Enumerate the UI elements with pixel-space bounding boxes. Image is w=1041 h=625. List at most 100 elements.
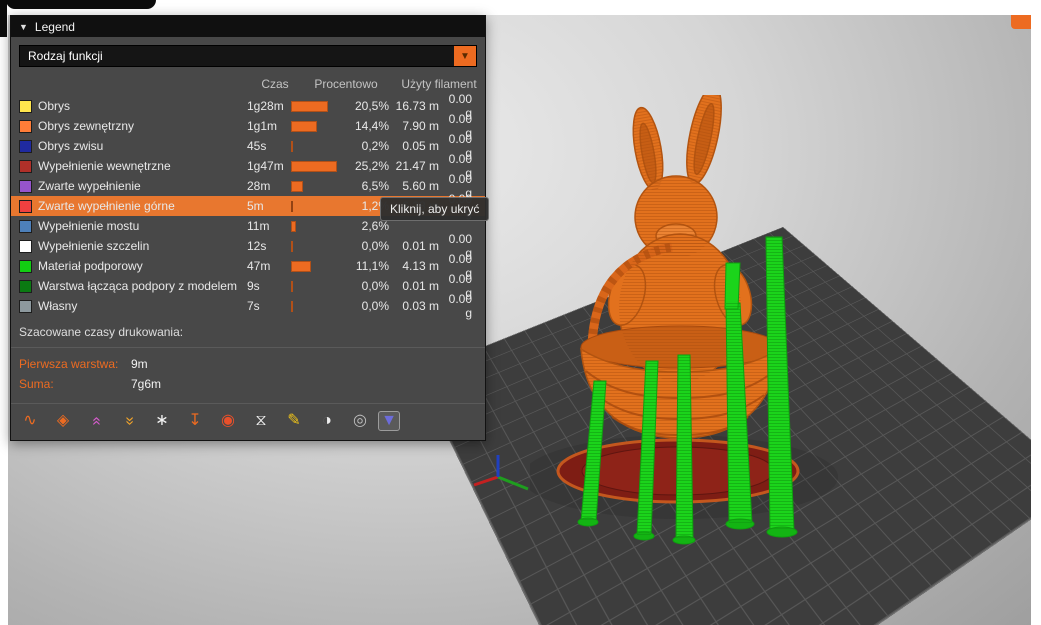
chevron-down-icon[interactable]: ▼ [454, 46, 476, 66]
collapse-icon[interactable]: ▼ [19, 22, 28, 32]
travels-icon[interactable]: ∿ [19, 411, 41, 431]
percent-bar-slot [291, 180, 339, 192]
percent-bar-slot [291, 120, 339, 132]
feature-time: 47m [247, 259, 271, 273]
col-filament: Użyty filament [401, 77, 477, 91]
percent-bar-slot [291, 160, 339, 172]
retractions-icon[interactable]: » [85, 411, 107, 431]
feature-color-swatch [19, 139, 32, 153]
table-header: Czas Procentowo Użyty filament [11, 75, 485, 96]
feature-time: 1g28m [247, 99, 284, 113]
percent-bar [291, 280, 293, 292]
collapsed-toolbar[interactable] [6, 0, 156, 9]
legend-header[interactable]: ▼ Legend [11, 16, 485, 37]
legend-toolbar: ∿ ◈ » » ∗ ↧ ◉ ⧖ ✎ ◑ ◎ ▼ [11, 403, 485, 440]
percent-bar [291, 240, 293, 252]
percent-bar [291, 300, 293, 312]
feature-used-m: 5.60 m [402, 179, 439, 193]
feature-used-m: 21.47 m [395, 159, 439, 173]
view-type-dropdown[interactable]: Rodzaj funkcji ▼ [19, 45, 477, 67]
table-row[interactable]: Obrys zewnętrzny 1g1m 14,4% 7.90 m 0.00 … [11, 112, 485, 140]
feature-label: Wypełnienie mostu [38, 219, 140, 233]
percent-bar [291, 160, 337, 172]
feature-used-g: 0.00 g [448, 292, 472, 320]
table-row[interactable]: Wypełnienie szczelin 12s 0,0% 0.01 m 0.0… [11, 232, 485, 260]
feature-used-m: 0.03 m [402, 299, 439, 313]
pause-prints-icon[interactable]: ⧖ [250, 411, 272, 431]
feature-label: Materiał podporowy [38, 259, 143, 273]
first-layer-label: Pierwsza warstwa: [19, 357, 119, 371]
feature-label: Obrys [38, 99, 71, 113]
feature-time: 1g1m [247, 119, 278, 133]
feature-color-swatch [19, 259, 32, 273]
feature-time: 28m [247, 179, 271, 193]
percent-bar [291, 180, 303, 192]
col-percent: Procentowo [314, 77, 378, 91]
percent-bar [291, 140, 293, 152]
percent-bar [291, 200, 293, 212]
tooltip: Kliknij, aby ukryć [380, 197, 490, 221]
feature-label: Warstwa łącząca podpory z modelem [38, 279, 237, 293]
tool-marker-icon[interactable]: ▼ [378, 411, 400, 431]
estimate-row: Pierwsza warstwa: 9m [11, 354, 485, 374]
table-row[interactable]: Warstwa łącząca podpory z modelem 9s 0,0… [11, 272, 485, 300]
collapsed-panel-button[interactable] [1011, 15, 1031, 29]
axes-gizmo [473, 455, 529, 491]
feature-color-swatch [19, 99, 32, 113]
feature-percent: 11,1% [355, 259, 389, 273]
col-time: Czas [261, 77, 289, 91]
feature-color-swatch [19, 239, 32, 253]
feature-percent: 0,0% [361, 239, 389, 253]
feature-percent: 14,4% [354, 119, 389, 133]
feature-time: 9s [247, 279, 260, 293]
feature-color-swatch [19, 179, 32, 193]
percent-bar-slot [291, 140, 339, 152]
feature-label: Wypełnienie szczelin [38, 239, 150, 253]
tool-changes-icon[interactable]: ↧ [184, 411, 206, 431]
percent-bar [291, 120, 317, 132]
percent-bar-slot [291, 300, 339, 312]
custom-gcodes-icon[interactable]: ✎ [283, 411, 305, 431]
table-row[interactable]: Zwarte wypełnienie 28m 6,5% 5.60 m 0.00 … [11, 172, 485, 200]
feature-time: 11m [247, 219, 270, 233]
feature-percent: 20,5% [354, 99, 389, 113]
percent-bar-slot [291, 220, 339, 232]
percent-bar [291, 220, 296, 232]
header-spacer [11, 77, 253, 91]
percent-bar-slot [291, 100, 339, 112]
total-time-value: 7g6m [131, 377, 162, 391]
seams-icon[interactable]: ∗ [151, 411, 173, 431]
feature-percent: 2,6% [361, 219, 389, 233]
feature-color-swatch [19, 279, 32, 293]
feature-label: Własny [38, 299, 78, 313]
total-time-label: Suma: [19, 377, 54, 391]
feature-label: Zwarte wypełnienie [38, 179, 141, 193]
wipe-icon[interactable]: ◈ [52, 411, 74, 431]
feature-used-m: 4.13 m [402, 259, 439, 273]
feature-used-m: 7.90 m [402, 119, 439, 133]
shells-icon[interactable]: ◎ [349, 411, 371, 431]
table-row[interactable]: Wypełnienie wewnętrzne 1g47m 25,2% 21.47… [11, 152, 485, 180]
feature-label: Wypełnienie wewnętrzne [38, 159, 171, 173]
table-row[interactable]: Własny 7s 0,0% 0.03 m 0.00 g [11, 292, 485, 320]
feature-percent: 25,2% [354, 159, 389, 173]
color-changes-icon[interactable]: ◉ [217, 411, 239, 431]
feature-time: 1g47m [247, 159, 284, 173]
table-row[interactable]: Materiał podporowy 47m 11,1% 4.13 m 0.00… [11, 252, 485, 280]
estimate-row: Suma: 7g6m [11, 374, 485, 394]
percent-bar [291, 100, 328, 112]
feature-color-swatch [19, 219, 32, 233]
percent-bar-slot [291, 200, 339, 212]
deretractions-icon[interactable]: » [118, 411, 140, 431]
feature-used-m: 0.01 m [402, 279, 439, 293]
feature-color-swatch [19, 299, 32, 313]
legend-title: Legend [34, 19, 75, 34]
feature-used-m: 0.05 m [402, 139, 439, 153]
percent-bar-slot [291, 240, 339, 252]
table-row[interactable]: Obrys zwisu 45s 0,2% 0.05 m 0.00 g [11, 132, 485, 160]
center-of-gravity-icon[interactable]: ◑ [316, 411, 338, 431]
feature-label: Zwarte wypełnienie górne [38, 199, 175, 213]
table-row[interactable]: Obrys 1g28m 20,5% 16.73 m 0.00 g [11, 92, 485, 120]
deretractions-glyph: » [121, 416, 138, 426]
feature-label: Obrys zewnętrzny [38, 119, 135, 133]
